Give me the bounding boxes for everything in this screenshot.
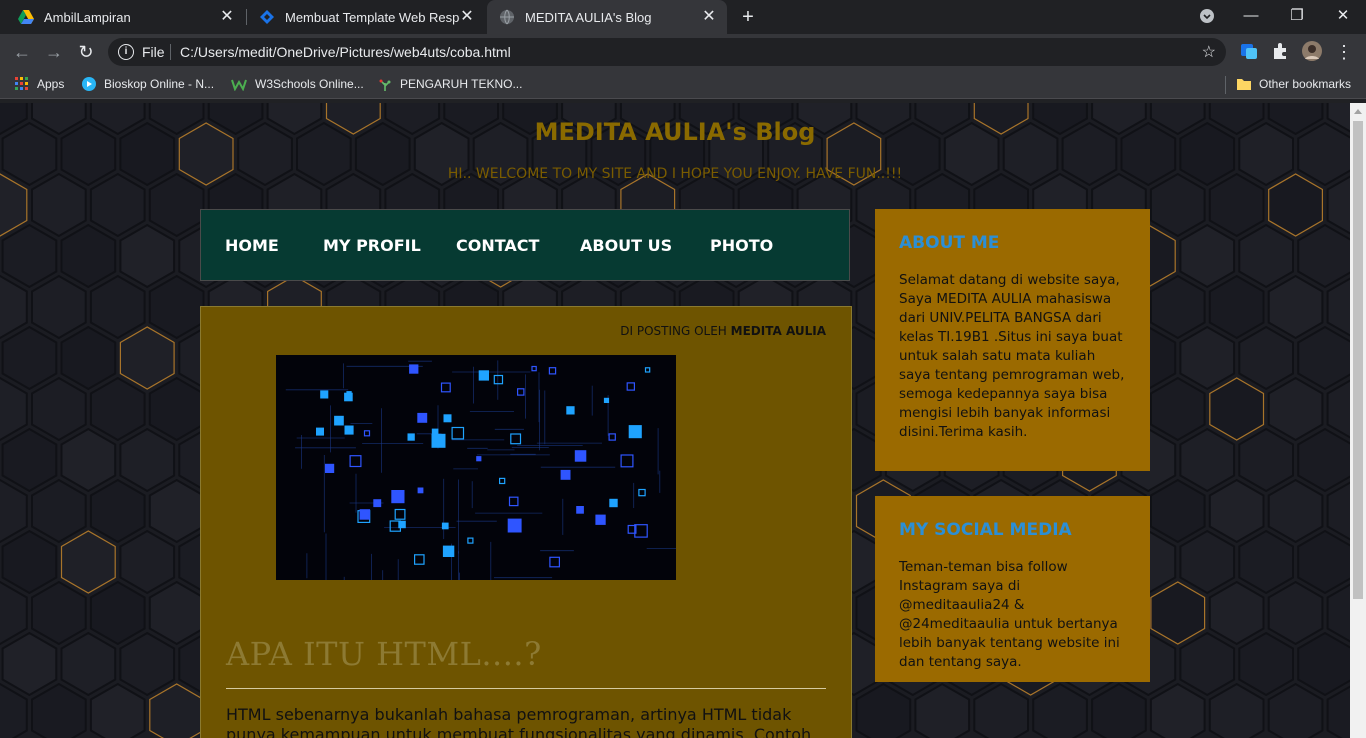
browser-toolbar: ← → ↻ i File C:/Users/medit/OneDrive/Pic… xyxy=(0,34,1366,70)
tab-medita-blog[interactable]: MEDITA AULIA's Blog ✕ xyxy=(487,0,727,34)
profile-avatar-icon[interactable] xyxy=(1302,41,1322,61)
post-title: APA ITU HTML....? xyxy=(226,635,542,673)
restore-icon[interactable]: ❐ xyxy=(1274,0,1320,32)
post-divider xyxy=(226,688,826,689)
bookmark-label: Apps xyxy=(37,77,65,91)
folder-icon xyxy=(1237,79,1251,90)
menu-kebab-icon[interactable]: ⋮ xyxy=(1332,40,1356,64)
tab-strip: AmbilLampiran ✕ Membuat Template Web Res… xyxy=(0,0,1366,34)
close-tab-icon[interactable]: ✕ xyxy=(701,9,717,25)
main-nav: HOME MY PROFIL CONTACT ABOUT US PHOTO xyxy=(200,209,850,281)
w3schools-icon xyxy=(231,79,247,91)
tab-title: Membuat Template Web Respon xyxy=(285,9,460,25)
about-me-widget: ABOUT ME Selamat datang di website saya,… xyxy=(875,209,1150,471)
reload-icon[interactable]: ↻ xyxy=(74,40,98,64)
new-tab-icon[interactable]: + xyxy=(737,6,759,28)
play-icon xyxy=(82,77,96,91)
bookmark-pengaruh[interactable]: PENGARUH TEKNO... xyxy=(378,76,522,92)
nav-my-profil[interactable]: MY PROFIL xyxy=(323,236,421,255)
extensions-puzzle-icon[interactable] xyxy=(1271,42,1289,60)
other-bookmarks[interactable]: Other bookmarks xyxy=(1237,76,1351,92)
about-me-text: Selamat datang di website saya, Saya MED… xyxy=(899,272,1125,440)
bookmark-label: PENGARUH TEKNO... xyxy=(400,77,523,91)
bookmark-w3schools[interactable]: W3Schools Online... xyxy=(231,76,364,92)
tab-title: MEDITA AULIA's Blog xyxy=(525,9,652,25)
forward-icon[interactable]: → xyxy=(42,40,66,64)
social-media-widget: MY SOCIAL MEDIA Teman-teman bisa follow … xyxy=(875,496,1150,682)
tab-title: AmbilLampiran xyxy=(44,9,131,25)
social-media-heading: MY SOCIAL MEDIA xyxy=(899,520,1072,540)
bookmarks-divider xyxy=(1225,76,1226,94)
nav-home[interactable]: HOME xyxy=(225,236,279,255)
google-drive-icon xyxy=(18,10,34,24)
bookmark-bioskop[interactable]: Bioskop Online - N... xyxy=(82,76,214,92)
byline-prefix: DI POSTING OLEH xyxy=(620,324,727,338)
bookmarks-bar: Apps Bioskop Online - N... W3Schools Onl… xyxy=(0,70,1366,99)
close-window-icon[interactable]: ✕ xyxy=(1320,0,1366,32)
tree-icon xyxy=(379,79,391,91)
tab-search-icon[interactable] xyxy=(1184,0,1230,32)
circuit-image xyxy=(276,355,676,580)
bookmark-star-icon[interactable]: ☆ xyxy=(1202,42,1216,62)
page-scrollbar[interactable] xyxy=(1350,103,1366,738)
minimize-icon[interactable]: — xyxy=(1228,0,1274,32)
globe-icon xyxy=(500,9,514,25)
blog-post: DI POSTING OLEH MEDITA AULIA APA ITU HTM… xyxy=(200,306,852,738)
back-icon[interactable]: ← xyxy=(10,40,34,64)
extension-translate-icon[interactable] xyxy=(1240,42,1258,60)
nav-photo[interactable]: PHOTO xyxy=(710,236,773,255)
bookmark-apps[interactable]: Apps xyxy=(15,76,64,92)
other-bookmarks-label: Other bookmarks xyxy=(1259,77,1352,91)
omnibox-divider xyxy=(170,44,171,60)
site-tagline: HI.. WELCOME TO MY SITE AND I HOPE YOU E… xyxy=(447,166,903,182)
address-bar[interactable]: i File C:/Users/medit/OneDrive/Pictures/… xyxy=(108,38,1226,66)
about-me-heading: ABOUT ME xyxy=(899,233,1000,253)
tab-ambil-lampiran[interactable]: AmbilLampiran ✕ xyxy=(0,0,245,34)
info-icon[interactable]: i xyxy=(118,44,134,60)
scroll-up-icon[interactable] xyxy=(1354,109,1362,114)
bookmark-label: W3Schools Online... xyxy=(255,77,364,91)
codepolitan-icon xyxy=(260,10,274,24)
post-author: MEDITA AULIA xyxy=(730,324,826,338)
bookmark-label: Bioskop Online - N... xyxy=(104,77,215,91)
nav-about-us[interactable]: ABOUT US xyxy=(580,236,672,255)
page-viewport: MEDITA AULIA's Blog HI.. WELCOME TO MY S… xyxy=(0,103,1350,738)
close-tab-icon[interactable]: ✕ xyxy=(459,9,475,25)
close-tab-icon[interactable]: ✕ xyxy=(219,9,235,25)
url-text[interactable]: C:/Users/medit/OneDrive/Pictures/web4uts… xyxy=(180,44,511,60)
post-byline: DI POSTING OLEH MEDITA AULIA xyxy=(620,324,826,338)
tab-membuat-template[interactable]: Membuat Template Web Respon ✕ xyxy=(247,0,485,34)
nav-contact[interactable]: CONTACT xyxy=(456,236,539,255)
site-title: MEDITA AULIA's Blog xyxy=(534,118,816,146)
apps-grid-icon xyxy=(15,77,28,90)
post-body: HTML sebenarnya bukanlah bahasa pemrogra… xyxy=(226,705,812,738)
social-media-text: Teman-teman bisa follow Instagram saya d… xyxy=(899,559,1120,670)
scrollbar-thumb[interactable] xyxy=(1353,121,1363,599)
scheme-label: File xyxy=(142,44,165,60)
